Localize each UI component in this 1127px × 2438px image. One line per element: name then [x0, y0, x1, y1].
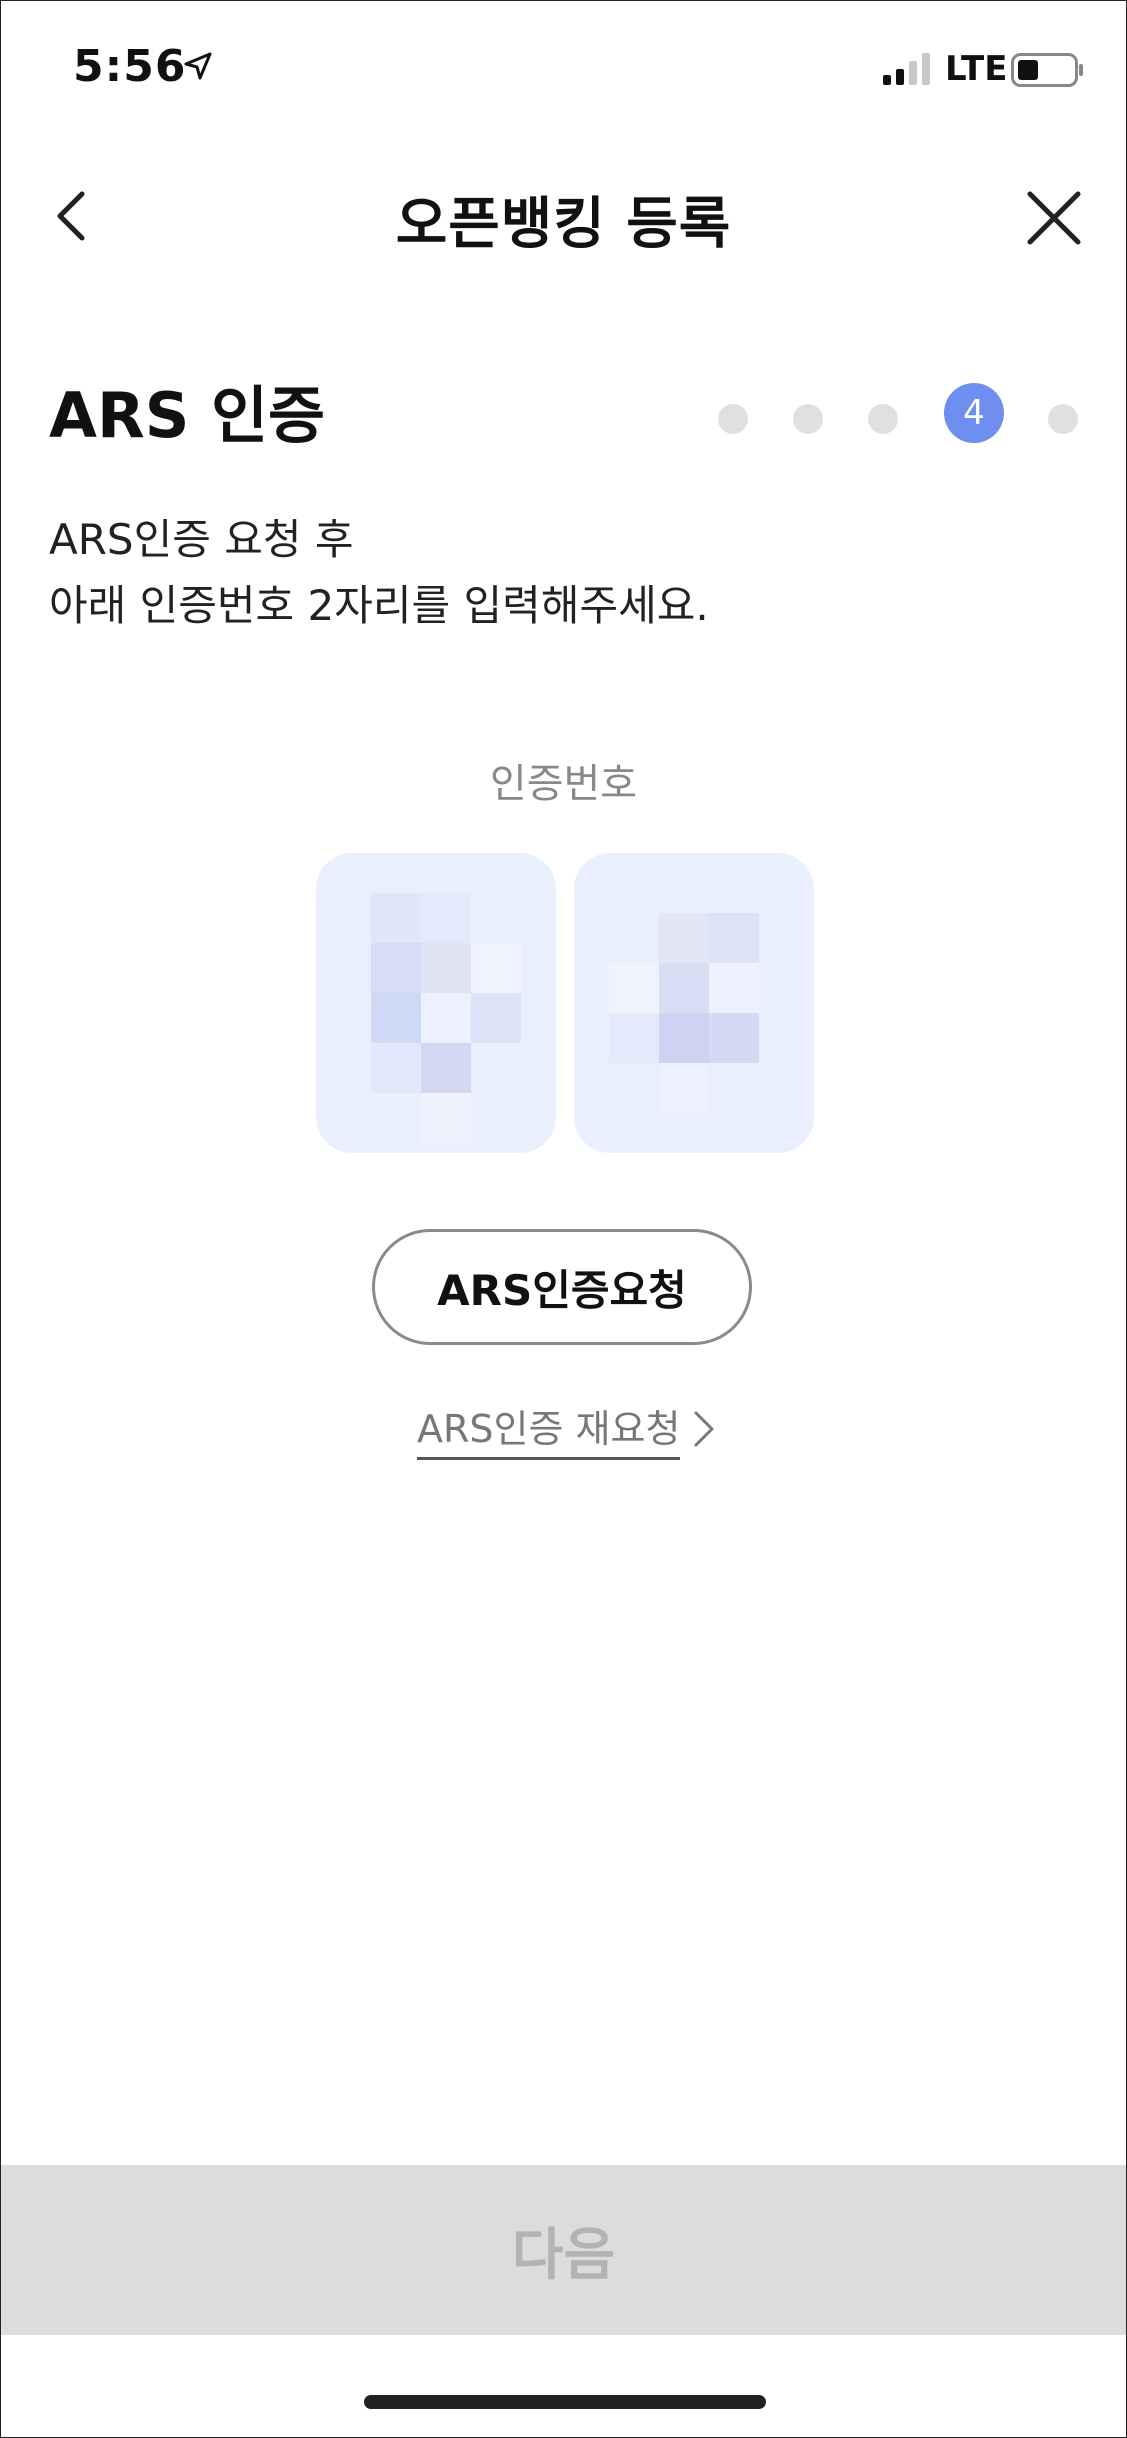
battery-icon [1011, 53, 1083, 87]
obscured-pixel [371, 993, 421, 1043]
obscured-pixel [371, 893, 421, 943]
home-indicator [364, 2395, 766, 2409]
obscured-pixel [371, 1043, 421, 1093]
page-title: 오픈뱅킹 등록 [395, 192, 732, 257]
step-dot-2 [793, 404, 823, 434]
obscured-pixel [421, 943, 471, 993]
navigation-header: 오픈뱅킹 등록 [1, 161, 1126, 271]
obscured-pixel [471, 943, 521, 993]
location-arrow-icon [184, 52, 212, 80]
obscured-pixel [471, 993, 521, 1043]
code-digit-2-box[interactable] [574, 853, 814, 1153]
step-indicator: 4 [701, 383, 1101, 453]
obscured-pixel [421, 1093, 471, 1143]
code-label: 인증번호 [489, 761, 638, 807]
ars-request-button[interactable]: ARS인증요청 [372, 1229, 752, 1345]
ars-rerequest-label: ARS인증 재요청 [417, 1398, 681, 1460]
step-dot-1 [718, 404, 748, 434]
app-screen: 5:56 LTE 오픈뱅킹 등록 ARS 인증 4 ARS인증 요청 후 아래 … [0, 0, 1127, 2438]
close-icon [1027, 191, 1081, 245]
close-button[interactable] [1017, 181, 1091, 255]
status-time: 5:56 [73, 41, 187, 92]
obscured-pixel [659, 913, 709, 963]
obscured-pixel [709, 1013, 759, 1063]
instructions-line-1: ARS인증 요청 후 [49, 515, 354, 564]
obscured-pixel [421, 993, 471, 1043]
next-button-label: 다음 [511, 2222, 616, 2288]
obscured-pixel [659, 963, 709, 1013]
obscured-pixel [609, 963, 659, 1013]
instructions-line-2: 아래 인증번호 2자리를 입력해주세요. [49, 581, 709, 630]
obscured-pixel [709, 913, 759, 963]
obscured-pixel [609, 1013, 659, 1063]
obscured-pixel [421, 1043, 471, 1093]
step-dot-3 [868, 404, 898, 434]
instructions: ARS인증 요청 후 아래 인증번호 2자리를 입력해주세요. [49, 507, 709, 639]
cellular-signal-icon [883, 53, 930, 85]
obscured-pixel [371, 943, 421, 993]
obscured-pixel [421, 893, 471, 943]
step-current: 4 [944, 383, 1004, 443]
step-dot-5 [1048, 404, 1078, 434]
network-label: LTE [945, 49, 1008, 89]
obscured-pixel [709, 963, 759, 1013]
code-digit-1-box[interactable] [316, 853, 556, 1153]
section-title: ARS 인증 [49, 379, 326, 452]
obscured-pixel [659, 1063, 709, 1113]
chevron-right-icon [694, 1411, 714, 1447]
obscured-pixel [659, 1013, 709, 1063]
next-button[interactable]: 다음 [1, 2165, 1126, 2335]
ars-rerequest-link[interactable]: ARS인증 재요청 [417, 1397, 716, 1461]
status-bar: 5:56 LTE [1, 1, 1126, 141]
